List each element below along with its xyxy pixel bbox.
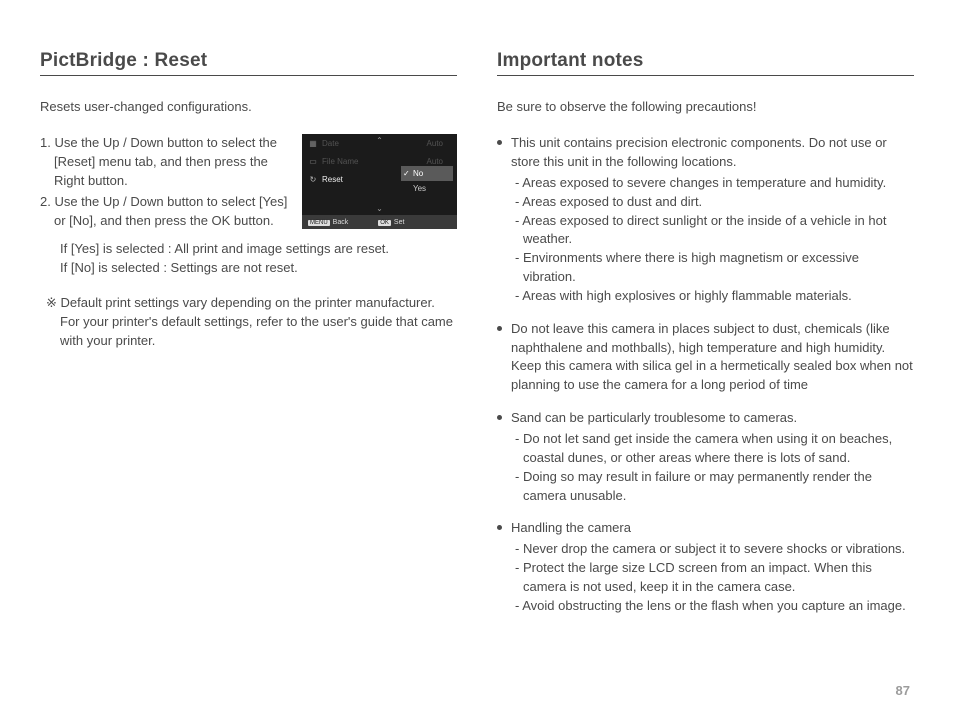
note-subitem: - Never drop the camera or subject it to… [511, 540, 914, 559]
note-subitem: - Doing so may result in failure or may … [511, 468, 914, 506]
note-item: This unit contains precision electronic … [497, 134, 914, 306]
file-icon: ▭ [308, 156, 318, 166]
heading-pictbridge-reset: PictBridge : Reset [40, 50, 457, 76]
condition-yes: If [Yes] is selected : All print and ima… [60, 240, 457, 259]
down-arrow-icon: ⌄ [376, 204, 383, 213]
calendar-icon: ▦ [308, 138, 318, 148]
right-column: Important notes Be sure to observe the f… [497, 50, 914, 630]
footer-back: Back [333, 219, 349, 226]
note-subitem: - Environments where there is high magne… [511, 249, 914, 287]
note-sublist: - Never drop the camera or subject it to… [511, 540, 914, 615]
note-item: Do not leave this camera in places subje… [497, 320, 914, 395]
menu-btn-back: MENU [308, 220, 330, 226]
note-text: This unit contains precision electronic … [511, 134, 914, 172]
note-subitem: - Do not let sand get inside the camera … [511, 430, 914, 468]
left-footnote: ※ Default print settings vary depending … [40, 294, 457, 351]
note-sublist: - Do not let sand get inside the camera … [511, 430, 914, 505]
note-subitem: - Protect the large size LCD screen from… [511, 559, 914, 597]
note-item: Handling the camera - Never drop the came… [497, 519, 914, 615]
note-sublist: - Areas exposed to severe changes in tem… [511, 174, 914, 306]
note-text: Do not leave this camera in places subje… [511, 320, 914, 395]
menu-options: No Yes [401, 166, 453, 196]
menu-row-filename-value: Auto [427, 157, 451, 166]
note-subitem: - Areas exposed to dust and dirt. [511, 193, 914, 212]
notes-list: This unit contains precision electronic … [497, 134, 914, 615]
camera-menu-screenshot: ⌃ ▦ Date Auto ▭ File Name Auto ↻ Reset N… [302, 134, 457, 229]
note-text: Handling the camera [511, 519, 914, 538]
condition-no: If [No] is selected : Settings are not r… [60, 259, 457, 278]
menu-btn-set: OK [378, 220, 391, 226]
option-yes: Yes [401, 181, 453, 196]
footer-set: Set [394, 219, 405, 226]
left-intro: Resets user-changed configurations. [40, 98, 457, 116]
menu-row-date-value: Auto [427, 139, 451, 148]
right-intro: Be sure to observe the following precaut… [497, 98, 914, 116]
menu-row-filename: File Name [322, 157, 423, 166]
note-subitem: - Avoid obstructing the lens or the flas… [511, 597, 914, 616]
menu-row-date: Date [322, 139, 423, 148]
note-subitem: - Areas exposed to direct sunlight or th… [511, 212, 914, 250]
steps-list: 1. Use the Up / Down button to select th… [40, 134, 292, 232]
conditions: If [Yes] is selected : All print and ima… [40, 240, 457, 278]
step-2: 2. Use the Up / Down button to select [Y… [40, 193, 292, 231]
heading-important-notes: Important notes [497, 50, 914, 76]
page-number: 87 [896, 683, 910, 698]
step-1: 1. Use the Up / Down button to select th… [40, 134, 292, 191]
option-no: No [401, 166, 453, 181]
note-subitem: - Areas with high explosives or highly f… [511, 287, 914, 306]
left-column: PictBridge : Reset Resets user-changed c… [40, 50, 457, 630]
note-subitem: - Areas exposed to severe changes in tem… [511, 174, 914, 193]
note-item: Sand can be particularly troublesome to … [497, 409, 914, 505]
reset-icon: ↻ [308, 174, 318, 184]
note-text: Sand can be particularly troublesome to … [511, 409, 914, 428]
